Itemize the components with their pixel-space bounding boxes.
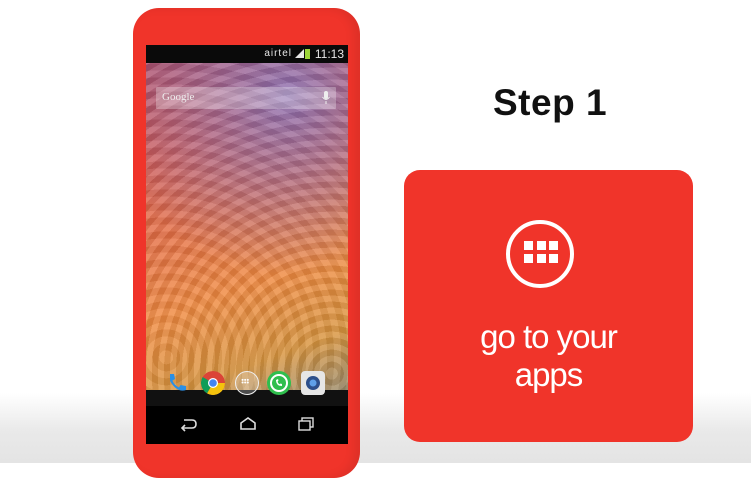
camera-icon[interactable] [301,371,325,395]
home-icon[interactable] [238,416,258,432]
clock: 11:13 [314,47,344,61]
chrome-icon[interactable] [201,371,225,395]
recents-icon[interactable] [296,416,316,432]
mic-icon[interactable] [322,91,330,105]
search-label: Google [162,91,195,103]
step-title: Step 1 [493,82,608,123]
phone-screen: airtel 11:13 Google [146,45,348,444]
instruction-card: go to your apps [404,170,693,442]
status-bar: airtel 11:13 [146,45,348,63]
whatsapp-icon[interactable] [267,371,291,395]
back-icon[interactable] [178,416,198,432]
card-text-line1: go to your [480,318,618,355]
card-text-line2: apps [514,356,584,393]
phone-icon[interactable] [165,371,189,395]
wallpaper [146,63,348,390]
app-dock [146,367,348,403]
carrier-label: airtel [264,48,292,59]
apps-icon[interactable] [235,371,259,395]
navigation-bar [146,406,348,444]
signal-icon [295,49,304,58]
battery-icon [305,49,310,59]
phone-mockup: airtel 11:13 Google [133,8,360,478]
google-search-bar[interactable]: Google [156,87,336,109]
apps-grid-icon [506,220,574,288]
